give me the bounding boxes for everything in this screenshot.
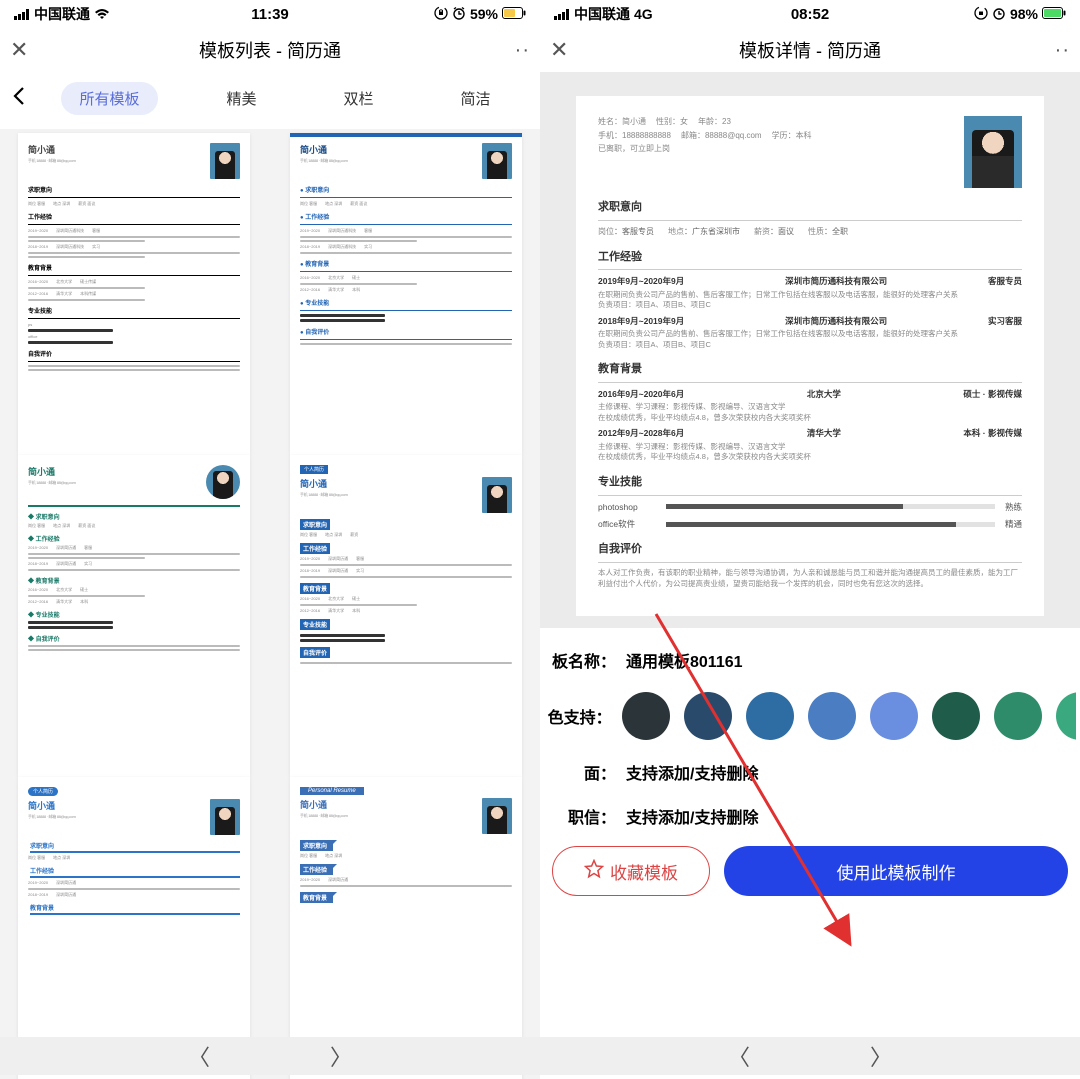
pager: 〈 〉: [540, 1037, 1080, 1075]
meta-page-value: 支持添加/支持删除: [626, 760, 758, 784]
template-card[interactable]: 简小通手机 18888 · 邮箱 88@qq.com 求职意向岗位 客服地点 深…: [18, 133, 250, 455]
alarm-icon: [992, 6, 1006, 23]
color-option[interactable]: [622, 692, 670, 740]
color-option[interactable]: [1056, 692, 1076, 740]
wifi-icon: [94, 8, 110, 20]
tab-simple[interactable]: 简洁: [442, 82, 508, 115]
battery-text: 98%: [1010, 6, 1038, 22]
avatar: [964, 116, 1022, 188]
meta-page-label: 面：: [540, 760, 626, 784]
avatar: [482, 143, 512, 179]
back-icon[interactable]: [6, 86, 32, 112]
color-option[interactable]: [870, 692, 918, 740]
color-option[interactable]: [994, 692, 1042, 740]
lock-rotation-icon: [974, 6, 988, 23]
pager-prev[interactable]: 〈: [188, 1040, 210, 1072]
color-option[interactable]: [932, 692, 980, 740]
template-card[interactable]: 简小通手机 18888 · 邮箱 88@qq.com 求职意向岗位 客服地点 深…: [18, 455, 250, 777]
battery-icon: [502, 6, 526, 22]
pager-prev[interactable]: 〈: [728, 1040, 750, 1072]
template-card[interactable]: 个人简历 简小通手机 18888 · 邮箱 88@qq.com 求职意向岗位 客…: [290, 455, 522, 777]
use-template-button[interactable]: 使用此模板制作: [724, 846, 1068, 896]
close-icon[interactable]: ✕: [10, 37, 28, 63]
carrier-text: 中国联通: [34, 4, 90, 24]
tab-two-column[interactable]: 双栏: [325, 82, 391, 115]
pager: 〈 〉: [0, 1037, 540, 1075]
favorite-button[interactable]: 收藏模板: [552, 846, 710, 896]
color-option[interactable]: [684, 692, 732, 740]
template-grid: 简小通手机 18888 · 邮箱 88@qq.com 求职意向岗位 客服地点 深…: [0, 129, 540, 1079]
meta-letter-value: 支持添加/支持删除: [626, 804, 758, 828]
close-icon[interactable]: ✕: [550, 37, 568, 63]
avatar: [482, 477, 512, 513]
page-title: 模板列表 - 简历通: [199, 37, 341, 63]
clock-text: 11:39: [251, 6, 289, 23]
star-icon: [584, 859, 604, 884]
avatar: [210, 143, 240, 179]
meta-name-value: 通用模板801161: [626, 648, 743, 672]
signal-icon: [554, 9, 570, 20]
meta-letter-label: 职信：: [540, 804, 626, 828]
pager-next[interactable]: 〉: [870, 1040, 892, 1072]
avatar: [206, 465, 240, 499]
clock-text: 08:52: [791, 6, 829, 23]
carrier-text: 中国联通: [574, 4, 630, 24]
color-option[interactable]: [746, 692, 794, 740]
battery-text: 59%: [470, 6, 498, 22]
more-icon[interactable]: ··: [1055, 39, 1070, 62]
lock-rotation-icon: [434, 6, 448, 23]
template-card[interactable]: 简小通手机 18888 · 邮箱 88@qq.com 求职意向岗位 客服地点 深…: [290, 133, 522, 455]
alarm-icon: [452, 6, 466, 23]
signal-icon: [14, 9, 30, 20]
template-preview[interactable]: 姓名：简小通性别：女年龄：23 手机：18888888888邮箱：88888@q…: [540, 72, 1080, 628]
pager-next[interactable]: 〉: [330, 1040, 352, 1072]
avatar: [482, 798, 512, 834]
template-card[interactable]: Personal Resume 简小通手机 18888 · 邮箱 88@qq.c…: [290, 777, 522, 1079]
meta-name-label: 板名称：: [540, 648, 626, 672]
more-icon[interactable]: ··: [515, 39, 530, 62]
avatar: [210, 799, 240, 835]
color-option[interactable]: [808, 692, 856, 740]
page-title: 模板详情 - 简历通: [739, 37, 881, 63]
meta-color-label: 色支持：: [540, 704, 622, 728]
color-options: [622, 692, 1076, 740]
template-card[interactable]: 个人简历 简小通手机 18888 · 邮箱 88@qq.com 求职意向岗位 客…: [18, 777, 250, 1079]
tab-all-templates[interactable]: 所有模板: [61, 82, 157, 115]
tab-premium[interactable]: 精美: [208, 82, 274, 115]
network-text: 4G: [634, 6, 653, 22]
battery-icon: [1042, 6, 1066, 22]
